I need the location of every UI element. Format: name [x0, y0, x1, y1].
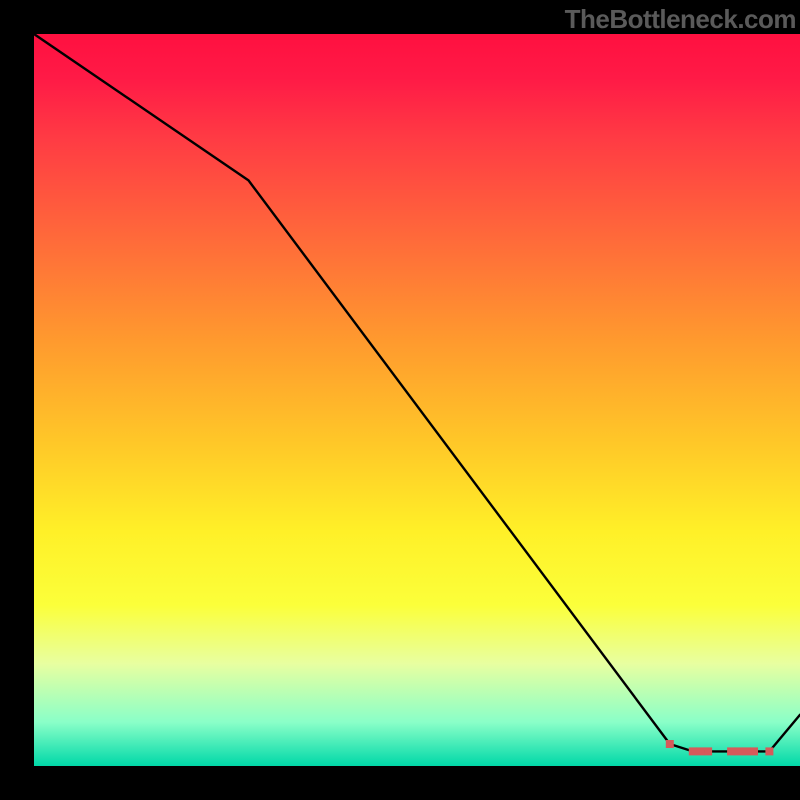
chart-frame: TheBottleneck.com	[0, 0, 800, 800]
plot-outer: TheBottleneck.com	[34, 0, 800, 766]
attribution-watermark: TheBottleneck.com	[565, 4, 796, 35]
gradient-background	[34, 34, 800, 766]
